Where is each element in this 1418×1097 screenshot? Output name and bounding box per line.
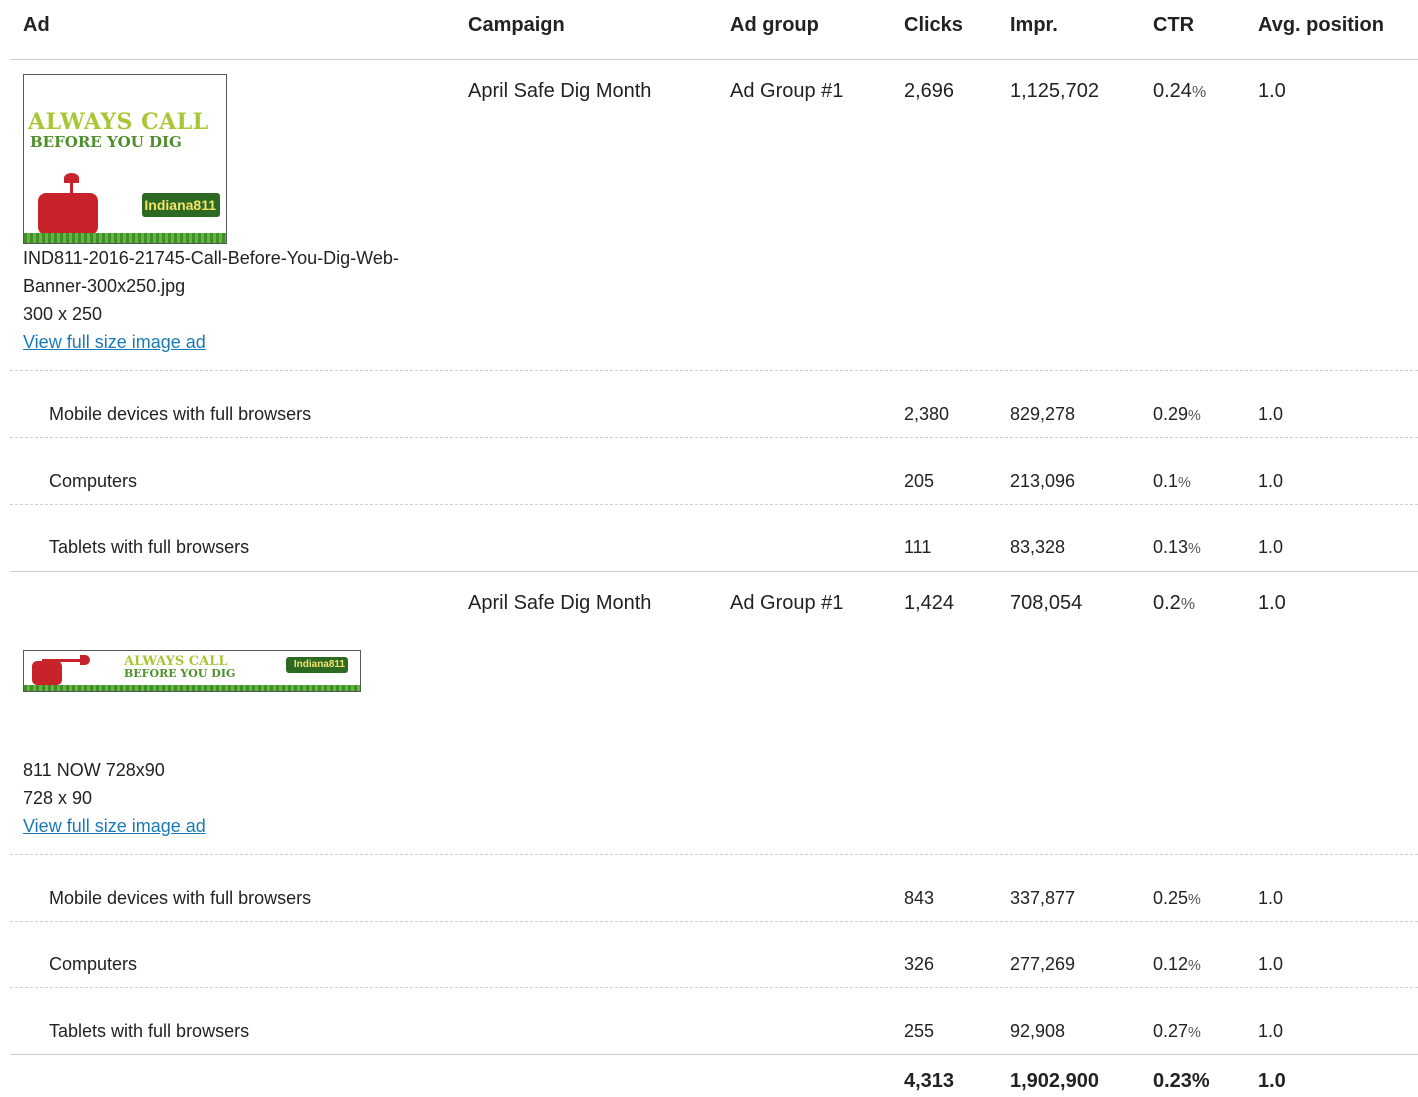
segment-label: Computers <box>49 471 138 491</box>
row-divider <box>10 987 1418 988</box>
segment-label: Computers <box>49 954 138 974</box>
shovel-blade-icon <box>64 173 79 183</box>
gas-tank-icon <box>38 193 98 235</box>
row-divider <box>10 921 1418 922</box>
ad-details: IND811-2016-21745-Call-Before-You-Dig-We… <box>23 244 403 356</box>
impressions-value: 277,269 <box>1010 954 1076 974</box>
indiana811-logo: Indiana811 <box>286 657 348 673</box>
ad-group-name[interactable]: Ad Group #1 <box>730 592 843 615</box>
impressions-value: 337,877 <box>1010 888 1076 908</box>
view-full-size-link[interactable]: View full size image ad <box>23 816 206 836</box>
ctr-value: 0.24% <box>1153 80 1206 103</box>
ad-group-name[interactable]: Ad Group #1 <box>730 80 843 103</box>
total-impressions: 1,902,900 <box>1010 1070 1099 1092</box>
clicks-value: 1,424 <box>904 592 955 614</box>
row-divider <box>10 370 1418 371</box>
clicks-value: 2,380 <box>904 404 950 424</box>
clicks-value: 2,696 <box>904 80 955 102</box>
avg-position-value: 1.0 <box>1258 471 1284 491</box>
banner-subheadline: BEFORE YOU DIG <box>124 667 236 680</box>
banner-subheadline: BEFORE YOU DIG <box>30 133 182 151</box>
ctr-value: 0.27% <box>1153 1021 1201 1042</box>
segment-label: Tablets with full browsers <box>49 1021 250 1041</box>
campaign-name[interactable]: April Safe Dig Month <box>468 592 651 615</box>
grass-decoration <box>24 233 226 243</box>
ctr-number: 0.12 <box>1153 954 1189 974</box>
row-divider <box>10 437 1418 438</box>
ad-image-300x250[interactable]: ALWAYS CALL BEFORE YOU DIG Indiana811 <box>23 74 227 244</box>
ctr-number: 0.2 <box>1153 592 1181 614</box>
table-row-segment: Computers 326 277,269 0.12% 1.0 <box>10 932 1418 987</box>
ctr-number: 0.1 <box>1153 471 1179 491</box>
ctr-number: 0.29 <box>1153 404 1189 424</box>
banner-headline: ALWAYS CALL <box>28 109 209 135</box>
clicks-value: 205 <box>904 471 935 491</box>
ad-filename: 811 NOW 728x90 <box>23 760 165 780</box>
percent-sign: % <box>1178 475 1191 491</box>
total-ctr: 0.23% <box>1153 1070 1210 1092</box>
avg-position-value: 1.0 <box>1258 954 1284 974</box>
percent-sign: % <box>1188 892 1201 908</box>
clicks-value: 255 <box>904 1021 935 1041</box>
impressions-value: 92,908 <box>1010 1021 1066 1041</box>
view-full-size-link[interactable]: View full size image ad <box>23 332 206 352</box>
avg-position-value: 1.0 <box>1258 888 1284 908</box>
ctr-value: 0.2% <box>1153 592 1195 615</box>
ad-filename: IND811-2016-21745-Call-Before-You-Dig-We… <box>23 248 399 296</box>
percent-sign: % <box>1188 1025 1201 1041</box>
avg-position-value: 1.0 <box>1258 80 1286 102</box>
row-divider <box>10 854 1418 855</box>
ctr-value: 0.12% <box>1153 954 1201 975</box>
total-avg-position: 1.0 <box>1258 1070 1286 1092</box>
segment-label: Mobile devices with full browsers <box>49 404 312 424</box>
percent-sign: % <box>1180 596 1196 613</box>
percent-sign: % <box>1191 84 1207 101</box>
percent-sign: % <box>1188 958 1201 974</box>
ctr-value: 0.29% <box>1153 404 1201 425</box>
table-row-segment: Mobile devices with full browsers 843 33… <box>10 866 1418 921</box>
ctr-value: 0.25% <box>1153 888 1201 909</box>
segment-label: Mobile devices with full browsers <box>49 888 312 908</box>
avg-position-value: 1.0 <box>1258 592 1286 614</box>
percent-sign: % <box>1188 408 1201 424</box>
indiana811-logo: Indiana811 <box>142 193 220 217</box>
table-row-segment: Mobile devices with full browsers 2,380 … <box>10 382 1418 437</box>
table-row-segment: Computers 205 213,096 0.1% 1.0 <box>10 449 1418 504</box>
table-row-ad-1: ALWAYS CALL BEFORE YOU DIG Indiana811 Ap… <box>10 0 1418 370</box>
total-clicks: 4,313 <box>904 1070 955 1092</box>
avg-position-value: 1.0 <box>1258 404 1284 424</box>
clicks-value: 843 <box>904 888 935 908</box>
ad-dimensions: 728 x 90 <box>23 788 93 808</box>
table-row-segment: Tablets with full browsers 255 92,908 0.… <box>10 999 1418 1054</box>
grass-decoration <box>24 685 360 691</box>
ad-image-728x90[interactable]: ALWAYS CALL BEFORE YOU DIG Indiana811 <box>23 650 361 692</box>
row-divider <box>10 504 1418 505</box>
ad-dimensions: 300 x 250 <box>23 304 103 324</box>
ctr-number: 0.24 <box>1153 80 1192 102</box>
gas-tank-icon <box>32 661 62 685</box>
shovel-blade-icon <box>80 655 90 665</box>
totals-divider <box>10 1054 1418 1055</box>
impressions-value: 829,278 <box>1010 404 1076 424</box>
ctr-number: 0.27 <box>1153 1021 1189 1041</box>
ctr-value: 0.1% <box>1153 471 1191 492</box>
impressions-value: 1,125,702 <box>1010 80 1099 102</box>
ad-details: 811 NOW 728x90 728 x 90 View full size i… <box>23 756 403 840</box>
avg-position-value: 1.0 <box>1258 1021 1284 1041</box>
impressions-value: 213,096 <box>1010 471 1076 491</box>
impressions-value: 708,054 <box>1010 592 1083 614</box>
campaign-name[interactable]: April Safe Dig Month <box>468 80 651 103</box>
clicks-value: 326 <box>904 954 935 974</box>
totals-row: 4,313 1,902,900 0.23% 1.0 <box>10 1062 1418 1097</box>
ctr-number: 0.25 <box>1153 888 1189 908</box>
